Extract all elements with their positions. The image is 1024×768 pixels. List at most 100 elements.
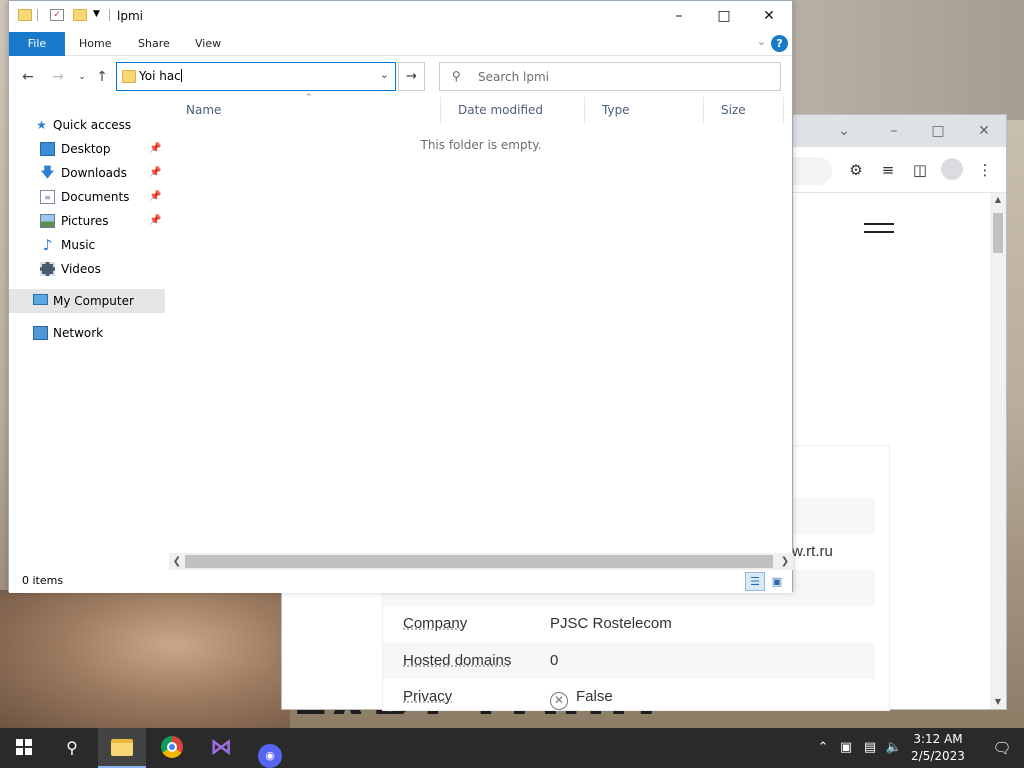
horizontal-scrollbar[interactable]: ❮ ❯ bbox=[169, 553, 793, 570]
network-icon bbox=[33, 326, 48, 340]
scrollbar-thumb[interactable] bbox=[993, 213, 1003, 253]
scroll-right-icon[interactable]: ❯ bbox=[778, 554, 792, 569]
nav-item-desktop[interactable]: Desktop 📌 bbox=[9, 137, 165, 161]
go-arrow-icon[interactable]: → bbox=[398, 62, 425, 91]
computer-icon bbox=[33, 294, 48, 305]
address-input[interactable]: Yoi hac bbox=[139, 69, 182, 83]
more-menu-icon[interactable]: ⋮ bbox=[974, 159, 996, 181]
show-hidden-icons-icon[interactable]: ⌃ bbox=[814, 728, 832, 768]
navigation-bar: ← → ⌄ ↑ Yoi hac ⌄ → ⚲ bbox=[9, 57, 792, 97]
pictures-icon bbox=[40, 214, 55, 228]
nav-item-pictures[interactable]: Pictures 📌 bbox=[9, 209, 165, 233]
maximize-icon[interactable]: □ bbox=[916, 119, 960, 143]
back-arrow-icon[interactable]: ← bbox=[17, 66, 39, 88]
nav-item-videos[interactable]: Videos bbox=[9, 257, 165, 281]
media-control-icon[interactable]: ≡ bbox=[877, 159, 899, 181]
info-row-privacy: Privacy ✕ False bbox=[383, 679, 875, 715]
clock[interactable]: 3:12 AM 2/5/2023 bbox=[906, 731, 970, 765]
search-icon[interactable]: ⚲ bbox=[48, 728, 96, 768]
extensions-icon[interactable]: ⚙ bbox=[845, 159, 867, 181]
help-icon[interactable]: ? bbox=[771, 35, 788, 52]
nav-item-downloads[interactable]: 🡇 Downloads 📌 bbox=[9, 161, 165, 185]
qat-dropdown-icon[interactable]: ▼ bbox=[93, 9, 100, 19]
explorer-titlebar: ✓ ▼ lpmi – □ ✕ bbox=[9, 1, 792, 31]
minimize-icon[interactable]: – bbox=[872, 119, 916, 143]
expand-ribbon-icon[interactable]: ⌄ bbox=[757, 35, 766, 48]
recent-locations-icon[interactable]: ⌄ bbox=[71, 66, 93, 88]
pin-icon[interactable]: 📌 bbox=[149, 209, 161, 233]
info-key[interactable]: Privacy bbox=[403, 688, 452, 705]
scrollbar-thumb[interactable] bbox=[185, 555, 773, 568]
pin-icon[interactable]: 📌 bbox=[149, 185, 161, 209]
music-icon: ♪ bbox=[42, 236, 53, 254]
domain-text: w.rt.ru bbox=[792, 543, 833, 560]
discord-icon[interactable]: ◉ bbox=[246, 728, 294, 768]
nav-label: Network bbox=[53, 326, 104, 340]
properties-icon[interactable]: ✓ bbox=[50, 9, 64, 21]
empty-folder-message: This folder is empty. bbox=[420, 138, 542, 152]
close-icon[interactable]: ✕ bbox=[962, 119, 1006, 143]
security-icon[interactable]: ▣ bbox=[836, 728, 856, 768]
search-box[interactable]: ⚲ bbox=[439, 62, 781, 91]
tab-home[interactable]: Home bbox=[65, 32, 125, 56]
search-input[interactable] bbox=[478, 68, 768, 86]
nav-label: Pictures bbox=[61, 214, 109, 228]
side-panel-icon[interactable]: ◫ bbox=[909, 159, 931, 181]
file-list[interactable]: ⌃ Name Date modified Type Size This fold… bbox=[169, 93, 789, 553]
desktop-icon bbox=[40, 142, 55, 156]
new-folder-icon[interactable] bbox=[73, 9, 87, 21]
folder-icon bbox=[122, 70, 136, 83]
address-bar[interactable]: Yoi hac ⌄ bbox=[116, 62, 396, 91]
tab-file[interactable]: File bbox=[9, 32, 65, 56]
pin-icon[interactable]: 📌 bbox=[149, 137, 161, 161]
column-header-type[interactable]: Type bbox=[585, 97, 704, 123]
nav-item-quick-access[interactable]: ★ Quick access bbox=[9, 113, 165, 137]
window-title: lpmi bbox=[117, 9, 143, 23]
nav-label: Downloads bbox=[61, 166, 127, 180]
nav-label: My Computer bbox=[53, 294, 134, 308]
nav-item-music[interactable]: ♪ Music bbox=[9, 233, 165, 257]
wallpaper-region bbox=[792, 0, 1024, 120]
details-view-icon[interactable]: ☰ bbox=[745, 572, 765, 591]
visual-studio-icon[interactable]: ⋈ bbox=[197, 728, 245, 768]
file-explorer-icon[interactable] bbox=[98, 728, 146, 768]
column-header-date-modified[interactable]: Date modified bbox=[441, 97, 585, 123]
volume-icon[interactable]: 🔈 bbox=[884, 728, 904, 768]
tab-share[interactable]: Share bbox=[124, 32, 184, 56]
nav-item-my-computer[interactable]: My Computer bbox=[9, 289, 165, 313]
videos-icon bbox=[40, 262, 55, 276]
scroll-left-icon[interactable]: ❮ bbox=[170, 554, 184, 569]
separator bbox=[37, 9, 38, 21]
maximize-icon[interactable]: □ bbox=[701, 1, 747, 31]
column-header-size[interactable]: Size bbox=[704, 97, 784, 123]
up-arrow-icon[interactable]: ↑ bbox=[91, 66, 113, 88]
profile-avatar[interactable] bbox=[941, 158, 963, 180]
close-icon[interactable]: ✕ bbox=[746, 1, 792, 31]
windows-logo-icon bbox=[16, 739, 32, 755]
large-icons-view-icon[interactable]: ▣ bbox=[767, 572, 787, 591]
minimize-icon[interactable]: – bbox=[656, 1, 702, 31]
file-explorer-window[interactable]: ✓ ▼ lpmi – □ ✕ File Home Share View ⌄ ? … bbox=[8, 0, 793, 593]
site-menu-icon[interactable] bbox=[864, 223, 894, 233]
column-header-name[interactable]: Name bbox=[169, 97, 441, 123]
notifications-icon[interactable]: 🗨 bbox=[980, 728, 1024, 768]
network-tray-icon[interactable]: ▤ bbox=[860, 728, 880, 768]
tab-search-chevron-icon[interactable]: ⌄ bbox=[822, 119, 866, 143]
start-button[interactable] bbox=[0, 728, 48, 768]
tab-view[interactable]: View bbox=[181, 32, 235, 56]
nav-item-network[interactable]: Network bbox=[9, 321, 165, 345]
info-key[interactable]: Company bbox=[403, 615, 467, 632]
browser-scrollbar[interactable]: ▲ ▼ bbox=[990, 193, 1006, 709]
address-dropdown-icon[interactable]: ⌄ bbox=[380, 68, 389, 81]
pin-icon[interactable]: 📌 bbox=[149, 161, 161, 185]
info-row-company: Company PJSC Rostelecom bbox=[383, 606, 875, 642]
status-bar: 0 items ☰ ▣ bbox=[9, 571, 792, 593]
scroll-down-icon[interactable]: ▼ bbox=[992, 697, 1004, 707]
info-key[interactable]: Hosted domains bbox=[403, 652, 511, 669]
forward-arrow-icon[interactable]: → bbox=[47, 66, 69, 88]
item-count: 0 items bbox=[22, 574, 64, 587]
chrome-icon[interactable] bbox=[148, 728, 196, 768]
scroll-up-icon[interactable]: ▲ bbox=[992, 195, 1004, 205]
nav-item-documents[interactable]: ≡ Documents 📌 bbox=[9, 185, 165, 209]
search-icon: ⚲ bbox=[452, 69, 461, 83]
